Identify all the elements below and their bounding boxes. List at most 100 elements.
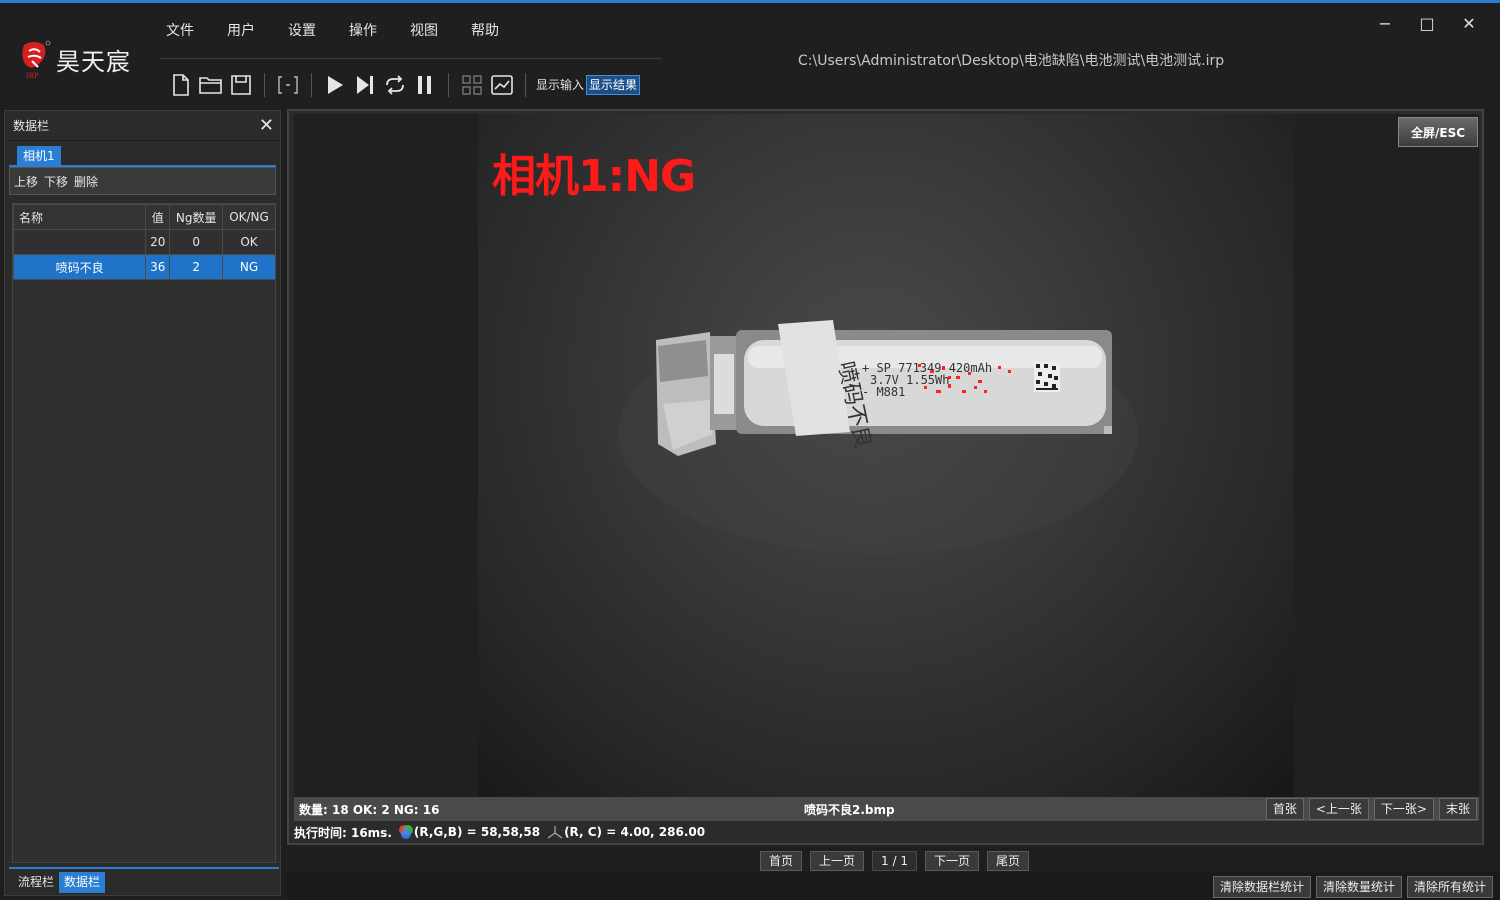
- chart-view-button[interactable]: [487, 70, 517, 100]
- title-bar: IRP 昊天宸 文件 用户 设置 操作 视图 帮助 显示输入 显示结果 C:\U…: [0, 3, 1500, 107]
- capture-button[interactable]: [273, 70, 303, 100]
- toolbar: 显示输入 显示结果: [166, 69, 641, 101]
- table-row-selected[interactable]: 喷码不良 36 2 NG: [12, 254, 276, 280]
- menu-operate[interactable]: 操作: [339, 21, 388, 41]
- last-page-button[interactable]: 尾页: [987, 851, 1030, 871]
- page-indicator: 1 / 1: [872, 851, 918, 871]
- clear-stats-bar: 清除数据栏统计 清除数量统计 清除所有统计: [1208, 876, 1494, 898]
- run-button[interactable]: [320, 70, 350, 100]
- battery-image: 喷码不良 + SP 771349 420mAh 3.7V 1.55Wh - M8…: [618, 314, 1138, 554]
- panel-bottom-tabs: 流程栏 数据栏: [9, 867, 279, 895]
- data-table: 名称 值 Ng数量 OK/NG 20 0 OK 喷码不良 36 2 NG: [12, 204, 276, 280]
- move-down-button[interactable]: 下移: [44, 173, 68, 190]
- pixel-info-bar: 执行时间: 16ms. (R,G,B) = 58,58,58 (R, C) = …: [294, 821, 1479, 843]
- data-panel: 数据栏 ✕ 相机1 上移 下移 删除 名称 值 Ng数量 OK/NG 20 0 …: [4, 110, 281, 896]
- toolbar-separator: [311, 73, 312, 97]
- new-file-button[interactable]: [166, 70, 196, 100]
- cell-value: 20: [145, 229, 171, 255]
- loop-button[interactable]: [380, 70, 410, 100]
- data-table-container: 名称 值 Ng数量 OK/NG 20 0 OK 喷码不良 36 2 NG: [12, 203, 276, 863]
- pixel-row-col-value: (R, C) = 4.00, 286.00: [564, 825, 706, 839]
- datamatrix-code: [1034, 362, 1060, 392]
- clear-all-stats-button[interactable]: 清除所有统计: [1407, 876, 1494, 898]
- inspection-stats: 数量: 18 OK: 2 NG: 16: [299, 803, 440, 817]
- step-forward-icon: [357, 76, 373, 94]
- maximize-icon: □: [1419, 13, 1435, 33]
- image-nav: 首张 <上一张 下一张> 末张: [1261, 798, 1477, 820]
- next-page-button[interactable]: 下一页: [925, 851, 980, 871]
- first-page-button[interactable]: 首页: [760, 851, 803, 871]
- tab-camera-1[interactable]: 相机1: [17, 146, 61, 167]
- panel-close-icon[interactable]: ✕: [259, 116, 274, 135]
- menu-file[interactable]: 文件: [156, 21, 205, 41]
- open-folder-icon: [199, 77, 222, 94]
- last-image-button[interactable]: 末张: [1438, 798, 1477, 820]
- save-icon: [231, 75, 251, 95]
- move-up-button[interactable]: 上移: [14, 173, 38, 190]
- clear-data-stats-button[interactable]: 清除数据栏统计: [1213, 876, 1312, 898]
- pager: 首页 上一页 1 / 1 下一页 尾页: [760, 851, 1037, 871]
- minimize-icon: −: [1378, 13, 1392, 33]
- grid-layout-button[interactable]: [457, 70, 487, 100]
- cell-status: OK: [222, 229, 276, 255]
- column-header-ok-ng[interactable]: OK/NG: [222, 204, 276, 230]
- main-menu: 文件 用户 设置 操作 视图 帮助: [156, 21, 522, 41]
- column-header-name[interactable]: 名称: [12, 204, 147, 230]
- prev-page-button[interactable]: 上一页: [810, 851, 865, 871]
- project-path: C:\Users\Administrator\Desktop\电池缺陷\电池测试…: [798, 53, 1225, 69]
- stats-bar: 数量: 18 OK: 2 NG: 16 喷码不良2.bmp 首张 <上一张 下一…: [294, 797, 1479, 821]
- logo-sub: IRP: [26, 72, 39, 80]
- toolbar-separator: [264, 73, 265, 97]
- show-result-toggle[interactable]: 显示结果: [586, 75, 641, 95]
- close-icon: ✕: [1462, 13, 1476, 33]
- tab-data-panel[interactable]: 数据栏: [59, 871, 106, 893]
- fullscreen-button[interactable]: 全屏/ESC: [1398, 117, 1478, 147]
- prev-image-button[interactable]: <上一张: [1308, 798, 1369, 820]
- image-canvas[interactable]: 喷码不良 + SP 771349 420mAh 3.7V 1.55Wh - M8…: [294, 114, 1479, 797]
- data-panel-header: 数据栏 ✕: [5, 111, 280, 141]
- step-button[interactable]: [350, 70, 380, 100]
- toolbar-separator: [525, 73, 526, 97]
- battery-print-line-3: - M881: [862, 385, 905, 399]
- current-page: 1: [881, 854, 889, 868]
- save-button[interactable]: [226, 70, 256, 100]
- close-button[interactable]: ✕: [1448, 11, 1490, 35]
- table-header-row: 名称 值 Ng数量 OK/NG: [12, 204, 276, 230]
- show-input-toggle[interactable]: 显示输入: [534, 75, 586, 95]
- delete-button[interactable]: 删除: [74, 173, 98, 190]
- menu-settings[interactable]: 设置: [278, 21, 327, 41]
- menu-view[interactable]: 视图: [400, 21, 449, 41]
- menu-help[interactable]: 帮助: [461, 21, 510, 41]
- cell-value: 36: [145, 254, 171, 280]
- pause-icon: [418, 76, 431, 94]
- new-file-icon: [173, 74, 189, 96]
- cell-name: 喷码不良: [12, 254, 147, 280]
- first-image-button[interactable]: 首张: [1265, 798, 1304, 820]
- data-panel-title: 数据栏: [13, 119, 50, 133]
- minimize-button[interactable]: −: [1364, 11, 1406, 35]
- tab-flow-panel[interactable]: 流程栏: [13, 872, 59, 893]
- camera-tab-bar: 相机1: [9, 141, 276, 167]
- menu-divider: [160, 58, 662, 59]
- loop-icon: [386, 75, 404, 95]
- column-header-value[interactable]: 值: [145, 204, 171, 230]
- pause-button[interactable]: [410, 70, 440, 100]
- chart-window-icon: [491, 75, 513, 95]
- play-icon: [328, 76, 343, 94]
- row-action-bar: 上移 下移 删除: [9, 167, 276, 195]
- image-file-name: 喷码不良2.bmp: [804, 803, 895, 817]
- grid-icon: [462, 75, 482, 95]
- maximize-button[interactable]: □: [1406, 11, 1448, 35]
- next-image-button[interactable]: 下一张>: [1373, 798, 1434, 820]
- clear-count-stats-button[interactable]: 清除数量统计: [1316, 876, 1403, 898]
- pixel-rgb-value: (R,G,B) = 58,58,58: [413, 825, 541, 839]
- logo-mark-icon: IRP: [22, 40, 51, 80]
- open-folder-button[interactable]: [196, 70, 226, 100]
- menu-user[interactable]: 用户: [217, 21, 266, 41]
- table-row[interactable]: 20 0 OK: [12, 229, 276, 255]
- column-header-ng-count[interactable]: Ng数量: [169, 204, 224, 230]
- image-viewer: 喷码不良 + SP 771349 420mAh 3.7V 1.55Wh - M8…: [287, 109, 1484, 845]
- color-wheel-icon: [398, 825, 413, 839]
- inspection-result-label: 相机1:NG: [492, 151, 696, 202]
- app-logo: IRP 昊天宸: [18, 35, 148, 83]
